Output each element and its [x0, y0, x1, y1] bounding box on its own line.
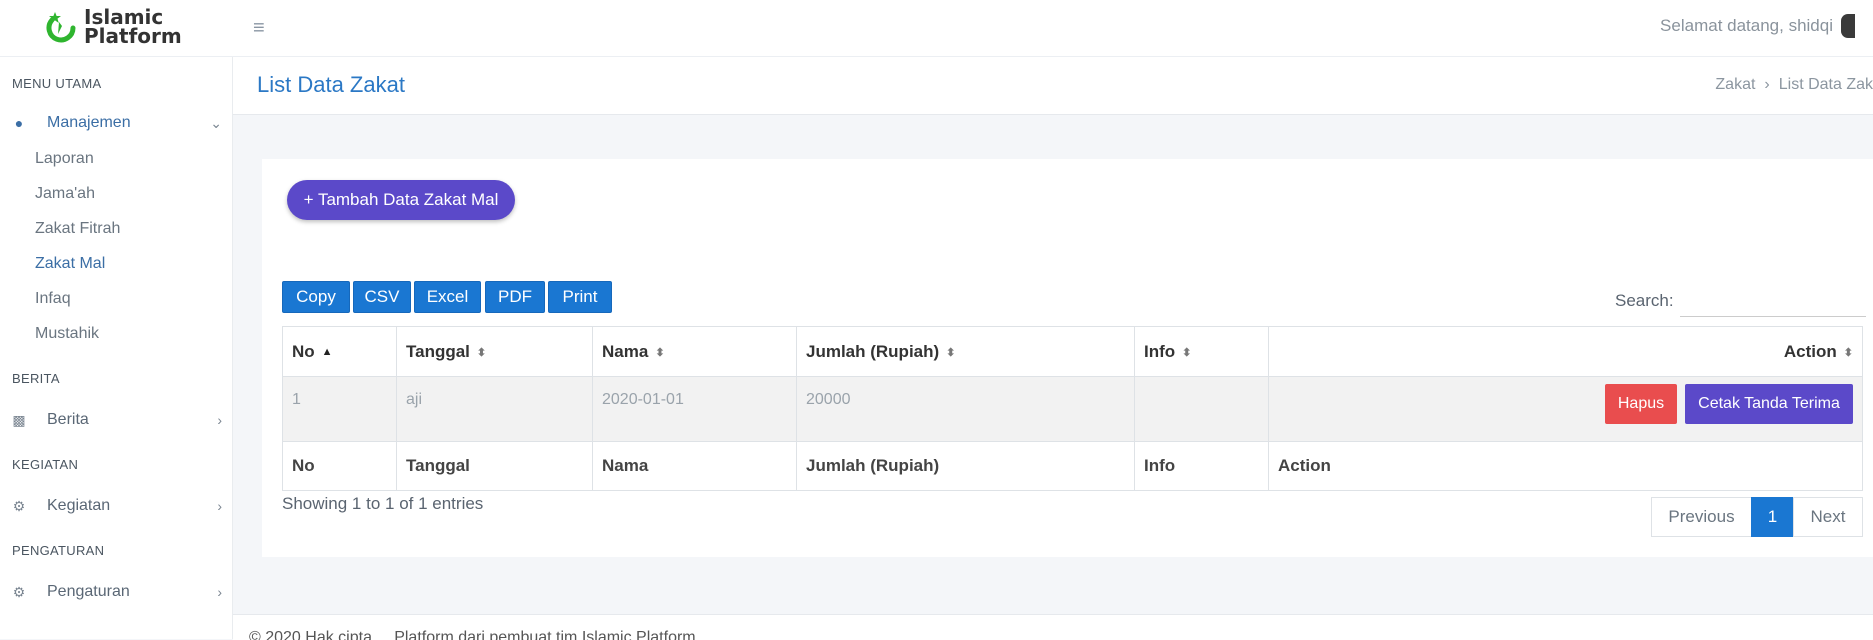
search-label: Search:	[1615, 291, 1674, 310]
sort-icon: ⬍	[476, 346, 487, 359]
sidebar-item-manajemen[interactable]: ● Manajemen ⌄	[10, 114, 222, 132]
welcome-text: Selamat datang, shidqi	[1660, 16, 1833, 35]
excel-button[interactable]: Excel	[414, 281, 481, 313]
cell-jumlah: 20000	[796, 376, 1135, 442]
sidebar-subitem-zakat-fitrah[interactable]: Zakat Fitrah	[35, 220, 120, 238]
sidebar-subitem-zakat-mal[interactable]: Zakat Mal	[35, 255, 105, 273]
breadcrumb: Zakat › List Data Zak	[1715, 76, 1873, 94]
sidebar-item-label: Manajemen	[47, 114, 131, 131]
sidebar-section-kegiatan: KEGIATAN	[12, 457, 79, 472]
footer-header-info: Info	[1134, 441, 1269, 491]
content-header: List Data Zakat Zakat › List Data Zak	[233, 57, 1873, 115]
sidebar-item-label: Berita	[47, 411, 89, 428]
sort-icon: ⬍	[1182, 346, 1192, 359]
column-header-tanggal[interactable]: Tanggal ⬍	[396, 326, 593, 377]
chevron-down-icon: ⌄	[210, 114, 222, 131]
chevron-right-icon: ›	[217, 412, 222, 428]
breadcrumb-item-zakat[interactable]: Zakat	[1715, 76, 1755, 93]
gear-icon: ⚙	[12, 497, 26, 514]
sidebar-subitem-laporan[interactable]: Laporan	[35, 150, 94, 168]
sidebar-item-berita[interactable]: ▩ Berita ›	[10, 411, 222, 429]
cell-info	[1134, 376, 1269, 442]
table-header-row: No ▲ Tanggal ⬍ Nama ⬍ Jumlah (Rupiah) ⬍ Info…	[282, 326, 1863, 377]
user-welcome[interactable]: Selamat datang, shidqi	[1660, 14, 1855, 38]
column-header-jumlah[interactable]: Jumlah (Rupiah) ⬍	[796, 326, 1135, 377]
column-header-action[interactable]: Action ⬍	[1268, 326, 1863, 377]
sidebar-section-menu-utama: MENU UTAMA	[12, 76, 102, 91]
column-header-nama[interactable]: Nama ⬍	[592, 326, 797, 377]
breadcrumb-item-current: List Data Zak	[1778, 76, 1873, 93]
chevron-right-icon: ›	[217, 584, 222, 600]
brand-logo[interactable]: Islamic Platform	[44, 7, 182, 48]
top-navbar: Islamic Platform ≡ Selamat datang, shidq…	[0, 0, 1873, 57]
column-header-no[interactable]: No ▲	[282, 326, 397, 377]
footer-header-tanggal: Tanggal	[396, 441, 593, 491]
sort-icon: ⬍	[1843, 346, 1853, 359]
brand-name-line2: Platform	[84, 24, 182, 48]
pagination-next[interactable]: Next	[1793, 497, 1863, 537]
chevron-right-icon: ›	[217, 498, 222, 514]
cell-no: 1	[282, 376, 397, 442]
dashboard-icon: ●	[14, 115, 24, 131]
column-header-info[interactable]: Info ⬍	[1134, 326, 1269, 377]
sidebar: MENU UTAMA ● Manajemen ⌄ Laporan Jama'ah…	[0, 57, 233, 639]
page-footer: © 2020 Hak cipta ... Platform dari pembu…	[233, 614, 1873, 640]
footer-header-jumlah: Jumlah (Rupiah)	[796, 441, 1135, 491]
print-receipt-button[interactable]: Cetak Tanda Terima	[1685, 384, 1853, 424]
copy-button[interactable]: Copy	[282, 281, 350, 313]
hamburger-menu-icon[interactable]: ≡	[253, 17, 265, 40]
sort-icon: ⬍	[655, 346, 665, 359]
sidebar-item-kegiatan[interactable]: ⚙ Kegiatan ›	[10, 497, 222, 515]
add-zakat-mal-button[interactable]: + Tambah Data Zakat Mal	[287, 180, 515, 220]
print-button[interactable]: Print	[548, 281, 612, 313]
footer-text: © 2020 Hak cipta ... Platform dari pembu…	[249, 629, 696, 640]
delete-button[interactable]: Hapus	[1605, 384, 1677, 424]
chevron-right-icon: ›	[1764, 76, 1770, 93]
logo-icon	[46, 12, 76, 43]
sidebar-subitem-jamaah[interactable]: Jama'ah	[35, 185, 95, 203]
sidebar-section-pengaturan: PENGATURAN	[12, 543, 105, 558]
page-title: List Data Zakat	[257, 72, 405, 97]
footer-header-nama: Nama	[592, 441, 797, 491]
table-info: Showing 1 to 1 of 1 entries	[282, 494, 484, 513]
table-row: 1 aji 2020-01-01 20000 Hapus Cetak Tanda …	[282, 376, 1863, 442]
table-footer-row: No Tanggal Nama Jumlah (Rupiah) Info Act…	[282, 441, 1863, 491]
sort-icon: ⬍	[946, 346, 956, 359]
sidebar-section-berita: BERITA	[12, 371, 60, 386]
cell-nama: 2020-01-01	[592, 376, 797, 442]
sidebar-item-label: Kegiatan	[47, 497, 111, 514]
footer-header-action: Action	[1268, 441, 1863, 491]
cell-tanggal: aji	[396, 376, 593, 442]
sidebar-subitem-infaq[interactable]: Infaq	[35, 290, 71, 308]
pagination-page-1[interactable]: 1	[1751, 497, 1794, 537]
cell-action: Hapus Cetak Tanda Terima	[1268, 376, 1863, 442]
sidebar-subitem-mustahik[interactable]: Mustahik	[35, 325, 99, 343]
footer-header-no: No	[282, 441, 397, 491]
user-icon	[1841, 14, 1855, 38]
search-input[interactable]	[1680, 290, 1866, 317]
sort-asc-icon: ▲	[321, 346, 333, 359]
gear-icon: ⚙	[12, 583, 26, 600]
zakat-table: No ▲ Tanggal ⬍ Nama ⬍ Jumlah (Rupiah) ⬍ Info…	[282, 326, 1863, 491]
pdf-button[interactable]: PDF	[485, 281, 545, 313]
bar-chart-icon: ▩	[12, 411, 26, 428]
sidebar-item-pengaturan[interactable]: ⚙ Pengaturan ›	[10, 583, 222, 601]
sidebar-item-label: Pengaturan	[47, 583, 130, 600]
pagination-previous[interactable]: Previous	[1651, 497, 1752, 537]
csv-button[interactable]: CSV	[353, 281, 411, 313]
